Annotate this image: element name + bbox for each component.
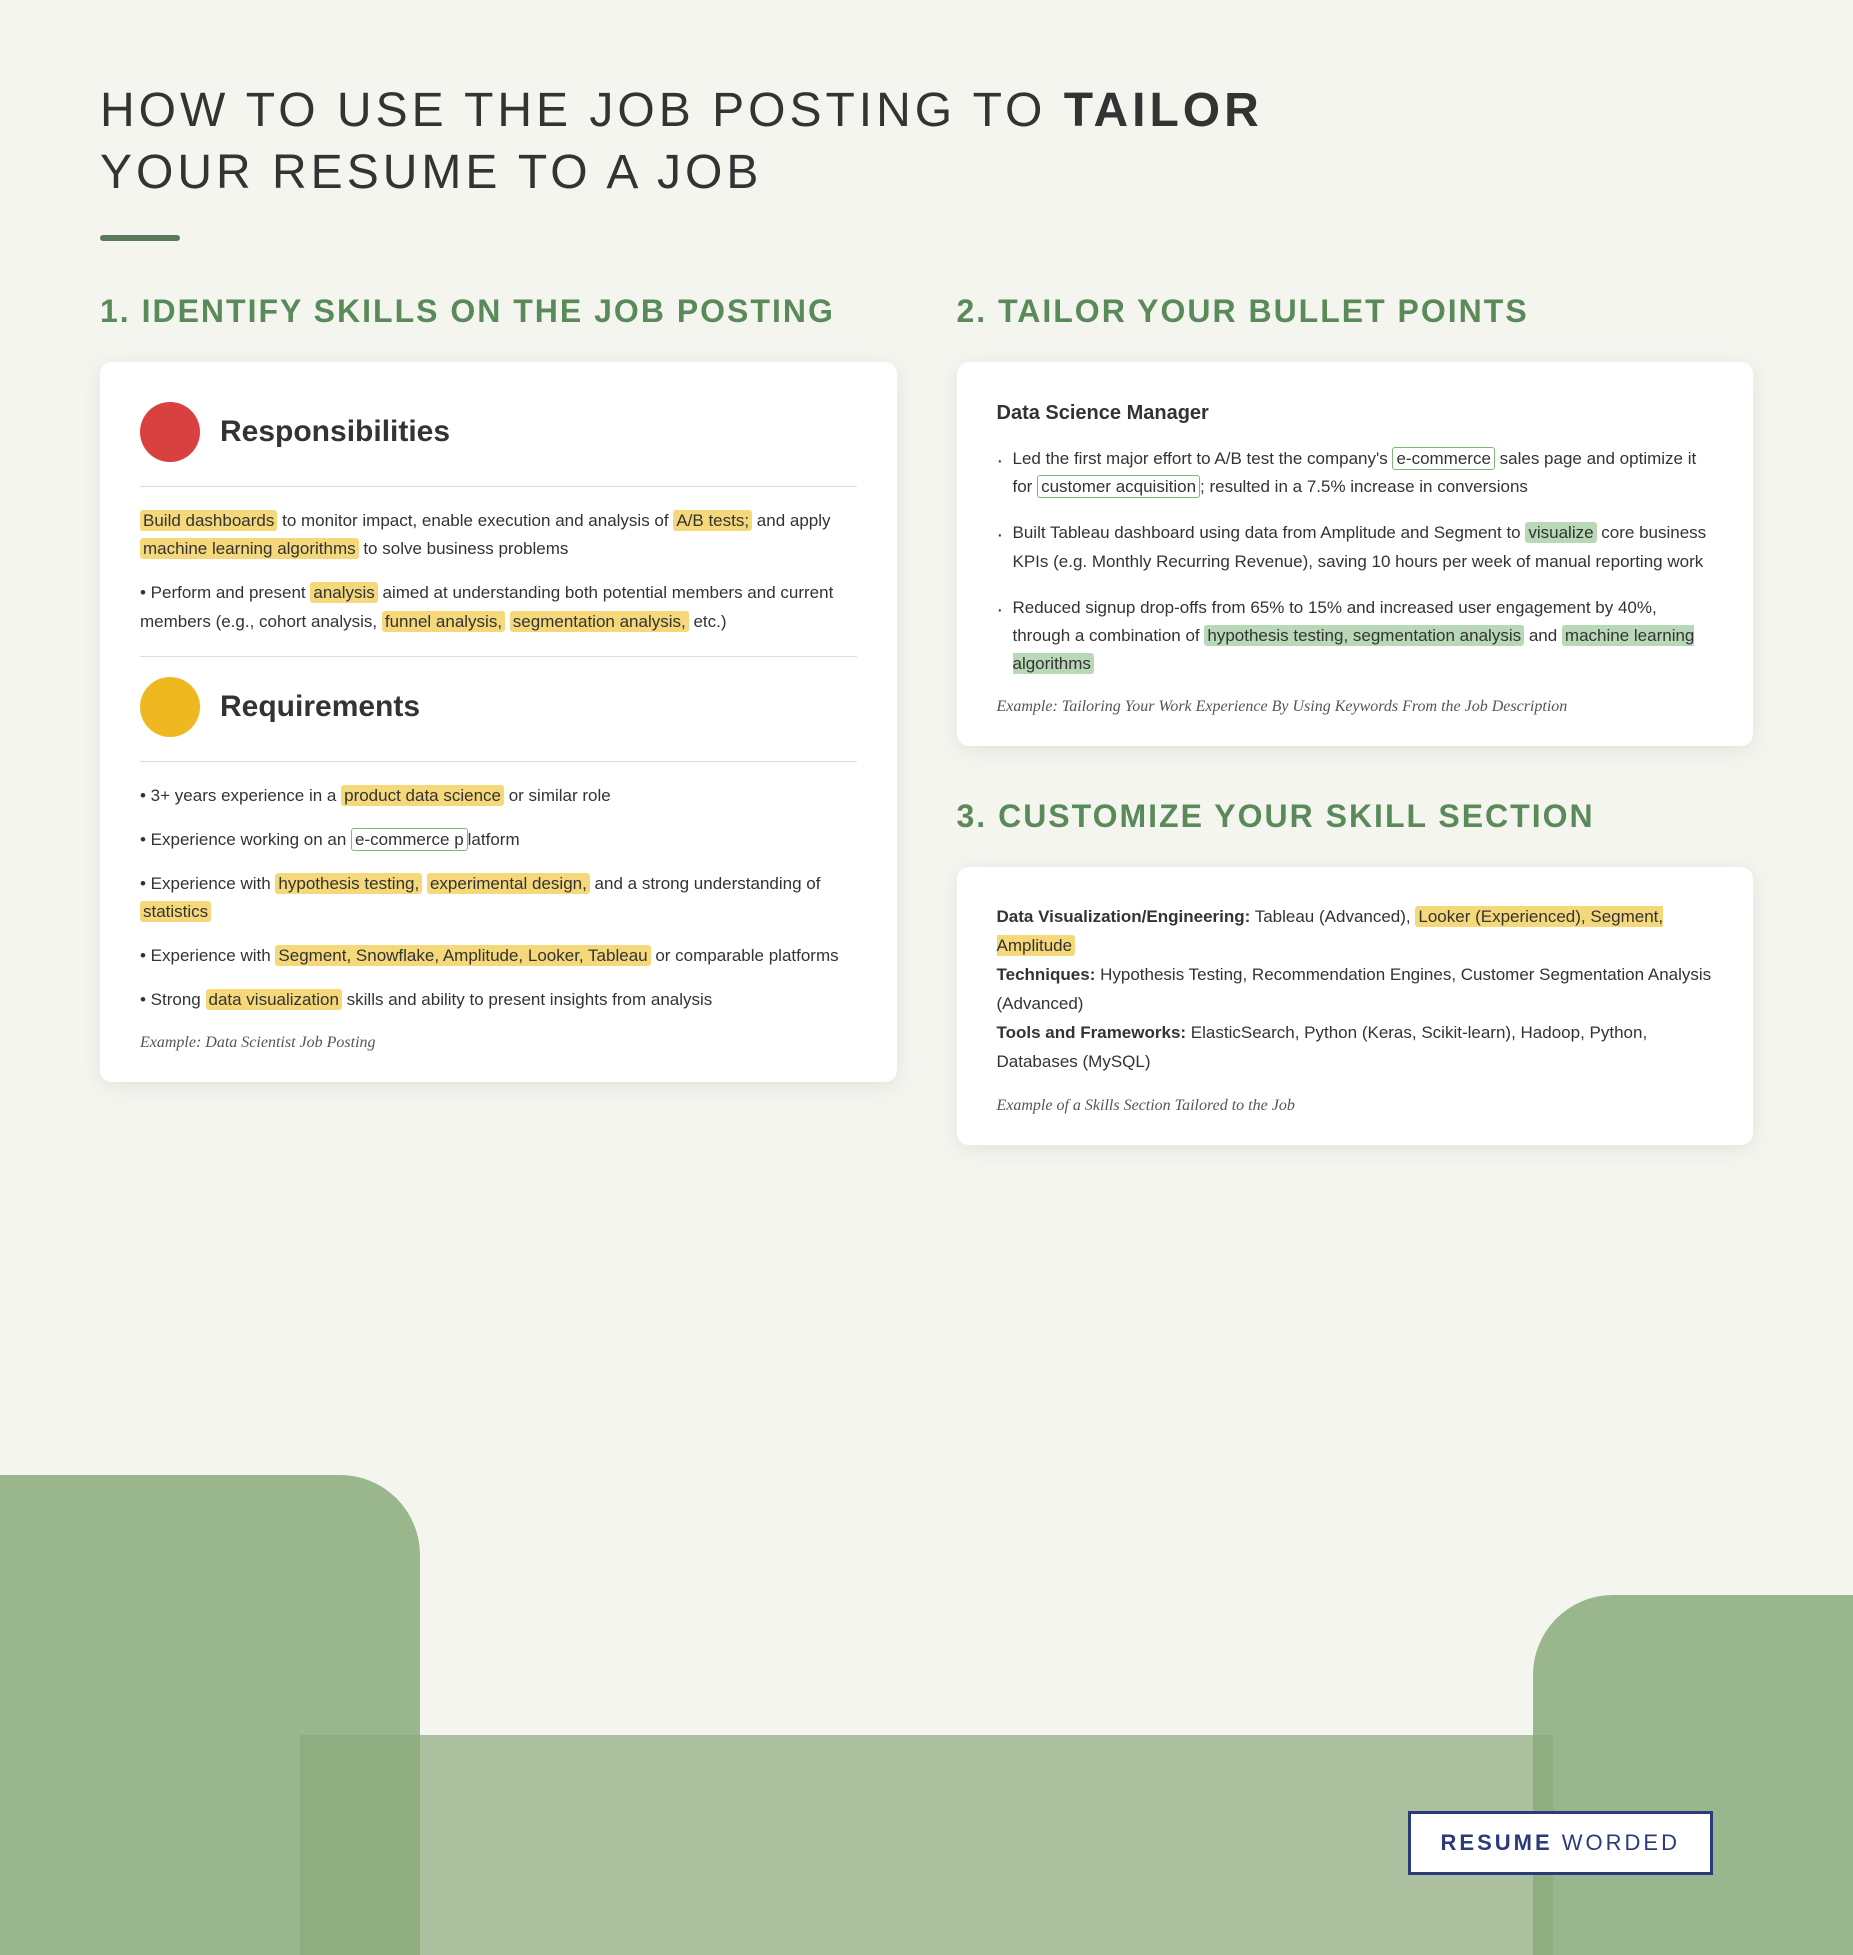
highlight-analysis: analysis xyxy=(310,582,377,603)
hl-hyp-seg: hypothesis testing, segmentation analysi… xyxy=(1204,625,1524,646)
skills-tools-label: Tools and Frameworks: xyxy=(997,1023,1187,1042)
responsibilities-title: Responsibilities xyxy=(220,415,450,449)
section1-example: Example: Data Scientist Job Posting xyxy=(140,1034,857,1052)
section1-heading: 1. IDENTIFY SKILLS ON THE JOB POSTING xyxy=(100,291,897,333)
section3-card: Data Visualization/Engineering: Tableau … xyxy=(957,867,1754,1144)
title-regular: HOW TO USE THE JOB POSTING TO xyxy=(100,84,1064,137)
requirements-title: Requirements xyxy=(220,690,420,724)
highlight-funnel: funnel analysis, xyxy=(382,611,505,632)
bullet-2: Built Tableau dashboard using data from … xyxy=(997,519,1714,575)
hl-customer-acq: customer acquisition xyxy=(1037,475,1200,498)
resume-worded-badge: RESUME WORDED xyxy=(1408,1811,1713,1875)
highlight-segmentation: segmentation analysis, xyxy=(510,611,689,632)
skills-line-3: Tools and Frameworks: ElasticSearch, Pyt… xyxy=(997,1019,1714,1077)
left-column: 1. IDENTIFY SKILLS ON THE JOB POSTING Re… xyxy=(100,291,897,1132)
highlight-ml-algorithms: machine learning algorithms xyxy=(140,538,359,559)
highlight-tools: Segment, Snowflake, Amplitude, Looker, T… xyxy=(275,945,650,966)
highlight-exp-design: experimental design, xyxy=(427,873,590,894)
req-divider xyxy=(140,656,857,657)
section2-card: Data Science Manager Led the first major… xyxy=(957,362,1754,745)
bullet-1: Led the first major effort to A/B test t… xyxy=(997,445,1714,501)
hl-visualize: visualize xyxy=(1525,522,1596,543)
highlight-ecommerce: e-commerce p xyxy=(351,828,468,851)
section2-heading: 2. TAILOR YOUR BULLET POINTS xyxy=(957,291,1754,333)
title-bold: TAILOR xyxy=(1064,84,1263,137)
req-item-5: • Strong data visualization skills and a… xyxy=(140,986,857,1014)
main-title: HOW TO USE THE JOB POSTING TO TAILOR YOU… xyxy=(100,80,1753,205)
two-column-layout: 1. IDENTIFY SKILLS ON THE JOB POSTING Re… xyxy=(100,291,1753,1145)
resp-item-2: • Perform and present analysis aimed at … xyxy=(140,579,857,635)
page-wrapper: HOW TO USE THE JOB POSTING TO TAILOR YOU… xyxy=(0,0,1853,1955)
highlight-ab-tests: A/B tests; xyxy=(673,510,752,531)
skills-dv-label: Data Visualization/Engineering: xyxy=(997,907,1251,926)
skills-tech-label: Techniques: xyxy=(997,965,1096,984)
red-circle-icon xyxy=(140,402,200,462)
bg-shape-right xyxy=(1533,1595,1853,1955)
bullet-3: Reduced signup drop-offs from 65% to 15%… xyxy=(997,594,1714,678)
req-item-3: • Experience with hypothesis testing, ex… xyxy=(140,870,857,926)
highlight-hyp-testing: hypothesis testing, xyxy=(275,873,422,894)
hl-ecommerce-b1: e-commerce xyxy=(1392,447,1494,470)
orange-circle-icon xyxy=(140,677,200,737)
title-divider xyxy=(100,235,180,241)
req-item-4: • Experience with Segment, Snowflake, Am… xyxy=(140,942,857,970)
requirements-header: Requirements xyxy=(140,677,857,737)
req-item-1: • 3+ years experience in a product data … xyxy=(140,782,857,810)
section1-card: Responsibilities Build dashboards to mon… xyxy=(100,362,897,1081)
section3-example: Example of a Skills Section Tailored to … xyxy=(997,1097,1714,1115)
highlight-dataviz: data visualization xyxy=(206,989,342,1010)
resume-worded-text: RESUME WORDED xyxy=(1441,1830,1680,1855)
skills-line-1: Data Visualization/Engineering: Tableau … xyxy=(997,903,1714,961)
req-divider2 xyxy=(140,761,857,762)
highlight-build-dashboards: Build dashboards xyxy=(140,510,277,531)
section2-example: Example: Tailoring Your Work Experience … xyxy=(997,698,1714,716)
skills-line-2: Techniques: Hypothesis Testing, Recommen… xyxy=(997,961,1714,1019)
highlight-product-ds: product data science xyxy=(341,785,504,806)
resp-item-1: Build dashboards to monitor impact, enab… xyxy=(140,507,857,563)
worded-text: WORDED xyxy=(1553,1830,1680,1855)
section3-heading: 3. CUSTOMIZE YOUR SKILL SECTION xyxy=(957,796,1754,838)
resp-divider xyxy=(140,486,857,487)
resume-bold: RESUME xyxy=(1441,1830,1553,1855)
job-title-label: Data Science Manager xyxy=(997,402,1714,425)
main-content: HOW TO USE THE JOB POSTING TO TAILOR YOU… xyxy=(100,80,1753,1145)
title-line2: YOUR RESUME TO A JOB xyxy=(100,146,762,199)
bg-shape-bottom-center xyxy=(300,1735,1553,1955)
responsibilities-header: Responsibilities xyxy=(140,402,857,462)
highlight-statistics: statistics xyxy=(140,901,211,922)
req-item-2: • Experience working on an e-commerce pl… xyxy=(140,826,857,854)
right-column: 2. TAILOR YOUR BULLET POINTS Data Scienc… xyxy=(957,291,1754,1145)
